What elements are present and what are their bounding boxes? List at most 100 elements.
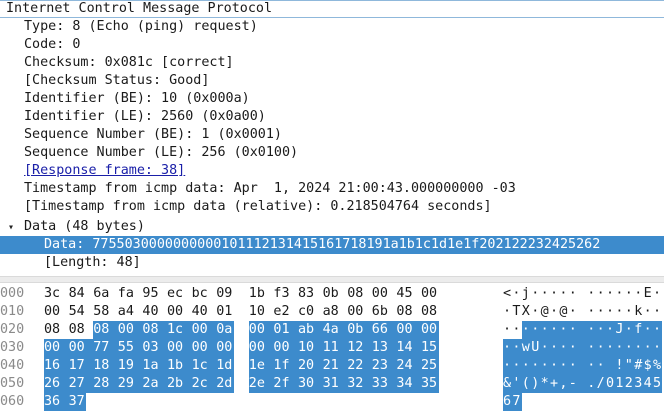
ascii-char[interactable]: 3 (634, 375, 644, 393)
field-data-selected[interactable]: Data: 7755030000000000101112131415161718… (0, 236, 664, 254)
hex-byte[interactable]: 00 (191, 321, 217, 339)
ascii-char[interactable]: j (522, 285, 531, 303)
ascii-char[interactable]: * (540, 375, 550, 393)
hex-byte[interactable]: 95 (142, 285, 160, 303)
hex-byte[interactable]: 14 (396, 339, 421, 357)
ascii-char[interactable]: · (568, 321, 588, 339)
field-seq-be[interactable]: Sequence Number (BE): 1 (0x0001) (0, 126, 664, 144)
hex-byte[interactable]: 00 (248, 339, 274, 357)
ascii-char[interactable]: · (503, 357, 513, 375)
ascii-char[interactable]: · (587, 285, 596, 303)
hex-byte[interactable]: 32 (347, 375, 372, 393)
field-identifier-le[interactable]: Identifier (LE): 2560 (0x0a00) (0, 108, 664, 126)
ascii-char[interactable]: ! (615, 357, 625, 375)
hex-byte[interactable]: e2 (273, 303, 291, 321)
hex-byte[interactable]: 00 (273, 339, 298, 357)
ascii-char[interactable]: · (540, 357, 550, 375)
hex-byte[interactable]: 00 (44, 303, 62, 321)
ascii-char[interactable]: · (512, 339, 522, 357)
ascii-char[interactable]: · (569, 303, 578, 321)
ascii-char[interactable]: % (653, 357, 663, 375)
hex-byte[interactable]: 2a (142, 375, 167, 393)
ascii-char[interactable]: · (596, 321, 606, 339)
ascii-char[interactable]: · (531, 285, 540, 303)
hex-byte[interactable]: c0 (298, 303, 316, 321)
field-checksum[interactable]: Checksum: 0x081c [correct] (0, 54, 664, 72)
hex-byte[interactable]: 84 (69, 285, 87, 303)
hex-row[interactable]: 030 00 00 77 55 03 00 00 00 00 00 10 11 12 13 14 15 · · w U ·… (0, 339, 664, 357)
ascii-char[interactable]: · (569, 285, 578, 303)
ascii-char[interactable]: · (550, 303, 559, 321)
ascii-char[interactable]: · (540, 321, 550, 339)
hex-byte[interactable]: 03 (142, 339, 167, 357)
ascii-char[interactable]: · (643, 339, 653, 357)
hex-byte[interactable]: 2b (167, 375, 192, 393)
ascii-char[interactable]: · (559, 357, 569, 375)
data-tree-node[interactable]: ▾ Data (48 bytes) (0, 218, 664, 236)
ascii-char[interactable]: · (587, 321, 597, 339)
ascii-char[interactable] (606, 357, 616, 375)
hex-byte[interactable]: 29 (117, 375, 143, 393)
hex-byte[interactable]: a8 (323, 303, 341, 321)
hex-byte[interactable]: 20 (298, 357, 323, 375)
hex-byte[interactable]: 22 (347, 357, 372, 375)
ascii-char[interactable]: $ (643, 357, 653, 375)
ascii-char[interactable]: · (512, 321, 521, 339)
hex-byte[interactable]: 00 (421, 285, 439, 303)
hex-byte[interactable]: 77 (93, 339, 118, 357)
hex-byte[interactable]: 15 (421, 339, 439, 357)
ascii-char[interactable]: · (559, 321, 569, 339)
hex-byte[interactable]: 40 (142, 303, 160, 321)
hex-byte[interactable]: a4 (118, 303, 136, 321)
hex-row[interactable]: 050 26 27 28 29 2a 2b 2c 2d 2e 2f 30 31 32 33 34 35 & '() *… (0, 375, 664, 393)
hex-byte[interactable]: 00 (372, 285, 390, 303)
hex-row[interactable]: 010 00 54 58 a4 40 00 40 01 10 e2 c0 a8 00 6b 08 08 · T X · @… (0, 303, 664, 321)
hex-byte[interactable]: 01 (273, 321, 298, 339)
hex-byte[interactable]: 00 (216, 339, 234, 357)
ascii-char[interactable]: " (624, 357, 635, 375)
hex-byte[interactable]: 08 (142, 321, 167, 339)
ascii-char[interactable]: · (615, 285, 624, 303)
hex-byte[interactable]: 00 (191, 339, 217, 357)
hex-byte[interactable]: 2e (248, 375, 274, 393)
hex-byte[interactable]: 66 (371, 321, 397, 339)
hex-row[interactable]: 040 16 17 18 19 1a 1b 1c 1d 1e 1f 20 21 22 23 24 25 · · · · ·… (0, 357, 664, 375)
field-identifier-be[interactable]: Identifier (BE): 10 (0x000a) (0, 90, 664, 108)
hex-byte[interactable]: 16 (44, 357, 69, 375)
hex-byte[interactable]: 10 (249, 303, 267, 321)
hex-byte[interactable]: 08 (421, 303, 439, 321)
response-frame-link[interactable]: [Response frame: 38] (0, 163, 185, 178)
ascii-char[interactable]: w (521, 339, 532, 357)
hex-byte[interactable]: 09 (216, 285, 234, 303)
hex-byte[interactable]: 40 (192, 303, 210, 321)
ascii-char[interactable]: # (634, 357, 644, 375)
ascii-char[interactable]: · (587, 339, 597, 357)
ascii-char[interactable]: 1 (615, 375, 625, 393)
hex-byte[interactable]: 2d (216, 375, 234, 393)
ascii-char[interactable]: · (541, 285, 550, 303)
packet-details-pane[interactable]: Internet Control Message Protocol Type: … (0, 0, 664, 272)
hex-byte[interactable]: 19 (117, 357, 143, 375)
ascii-char[interactable]: · (531, 303, 540, 321)
ascii-char[interactable]: · (550, 339, 560, 357)
ascii-char[interactable]: · (615, 303, 624, 321)
ascii-char[interactable]: @ (559, 303, 568, 321)
hex-byte[interactable]: 08 (396, 303, 414, 321)
hex-byte[interactable]: 45 (396, 285, 414, 303)
hex-byte[interactable]: 35 (421, 375, 439, 393)
ascii-char[interactable]: ) (531, 375, 541, 393)
hex-byte[interactable]: 58 (93, 303, 111, 321)
ascii-char[interactable]: · (653, 285, 662, 303)
ascii-char[interactable]: · (568, 339, 588, 357)
hex-byte[interactable]: 00 (421, 321, 439, 339)
hex-byte[interactable]: 24 (396, 357, 421, 375)
ascii-char[interactable]: 0 (606, 375, 616, 393)
field-length[interactable]: [Length: 48] (0, 254, 664, 272)
ascii-char[interactable]: · (606, 285, 615, 303)
ascii-char[interactable]: · (597, 285, 606, 303)
hex-byte[interactable]: 1b (167, 357, 192, 375)
ascii-char[interactable]: · (624, 321, 635, 339)
ascii-char[interactable]: U (531, 339, 541, 357)
ascii-char[interactable]: · (503, 339, 513, 357)
ascii-char[interactable]: + (550, 375, 560, 393)
